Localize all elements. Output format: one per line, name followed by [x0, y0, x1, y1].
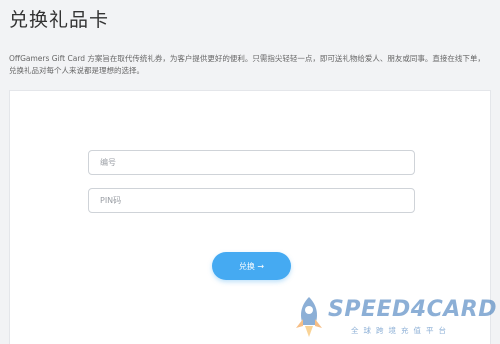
rocket-icon: [296, 297, 322, 337]
intro-text: OffGamers Gift Card 方案旨在取代传统礼券，为客户提供更好的便…: [9, 54, 485, 75]
code-input[interactable]: [88, 150, 415, 175]
speed4card-watermark: SPEED4CARD 全球跨境充值平台: [291, 295, 496, 341]
watermark-brand: SPEED4CARD: [328, 297, 497, 322]
pin-input[interactable]: [88, 188, 415, 213]
redeem-button[interactable]: 兑换 →: [212, 252, 291, 280]
page-title: 兑换礼品卡: [9, 9, 110, 31]
watermark-tagline: 全球跨境充值平台: [351, 326, 451, 335]
